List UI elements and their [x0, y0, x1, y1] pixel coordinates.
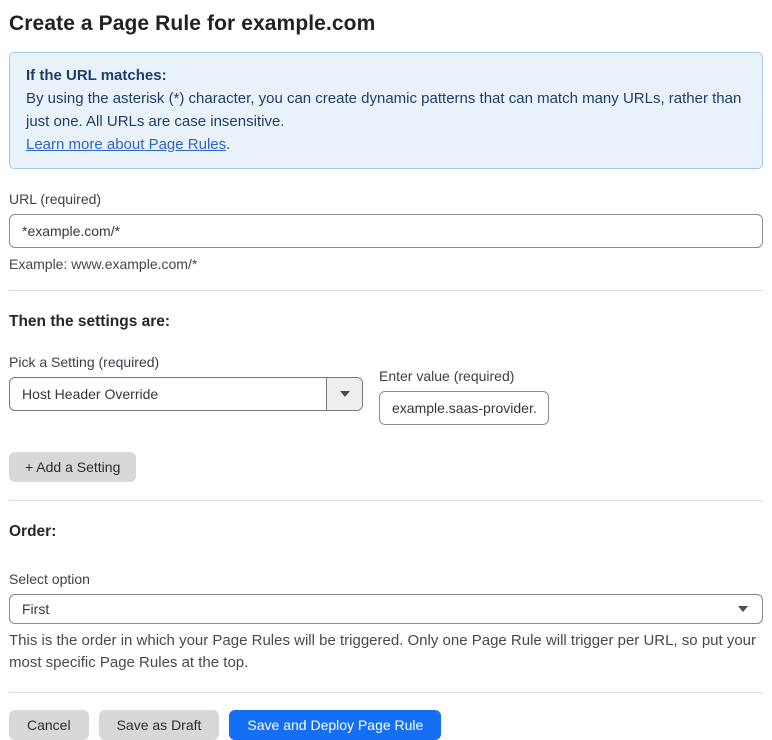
setting-select-label: Pick a Setting (required) [9, 354, 160, 370]
divider [9, 290, 763, 291]
order-helper-text: This is the order in which your Page Rul… [9, 632, 757, 671]
url-input[interactable] [9, 214, 763, 248]
setting-select-column: Pick a Setting (required) Host Header Ov… [9, 354, 363, 411]
order-select-value: First [22, 601, 50, 617]
settings-section-heading: Then the settings are: [9, 313, 171, 330]
setting-select[interactable]: Host Header Override [9, 377, 363, 411]
order-select-label: Select option [9, 571, 90, 587]
setting-row: Pick a Setting (required) Host Header Ov… [9, 354, 763, 425]
setting-select-value: Host Header Override [22, 386, 159, 402]
divider [9, 692, 763, 693]
learn-more-link[interactable]: Learn more about Page Rules [26, 136, 226, 153]
url-match-info-box: If the URL matches: By using the asteris… [9, 52, 763, 169]
setting-select-arrow-button[interactable] [326, 378, 362, 410]
chevron-down-icon [339, 391, 350, 397]
save-as-draft-button[interactable]: Save as Draft [98, 710, 220, 740]
setting-value-input[interactable] [379, 391, 549, 425]
info-box-link-line: Learn more about Page Rules. [26, 133, 746, 156]
form-actions: Cancel Save as Draft Save and Deploy Pag… [9, 710, 763, 740]
cancel-button[interactable]: Cancel [9, 710, 89, 740]
info-box-heading: If the URL matches: [26, 67, 167, 84]
link-suffix: . [226, 136, 231, 153]
setting-value-column: Enter value (required) [379, 354, 549, 425]
order-section-heading: Order: [9, 523, 57, 540]
info-box-body: By using the asterisk (*) character, you… [26, 90, 742, 130]
create-page-rule-form: Create a Page Rule for example.com If th… [0, 0, 772, 740]
chevron-down-icon [738, 606, 748, 612]
url-field-label: URL (required) [9, 191, 102, 207]
divider [9, 500, 763, 501]
save-and-deploy-button[interactable]: Save and Deploy Page Rule [229, 710, 442, 740]
url-field-helper: Example: www.example.com/* [9, 256, 198, 272]
value-field-label: Enter value (required) [379, 368, 515, 384]
page-title: Create a Page Rule for example.com [9, 12, 376, 35]
order-select[interactable]: First [9, 594, 763, 624]
add-setting-button[interactable]: + Add a Setting [9, 452, 137, 482]
